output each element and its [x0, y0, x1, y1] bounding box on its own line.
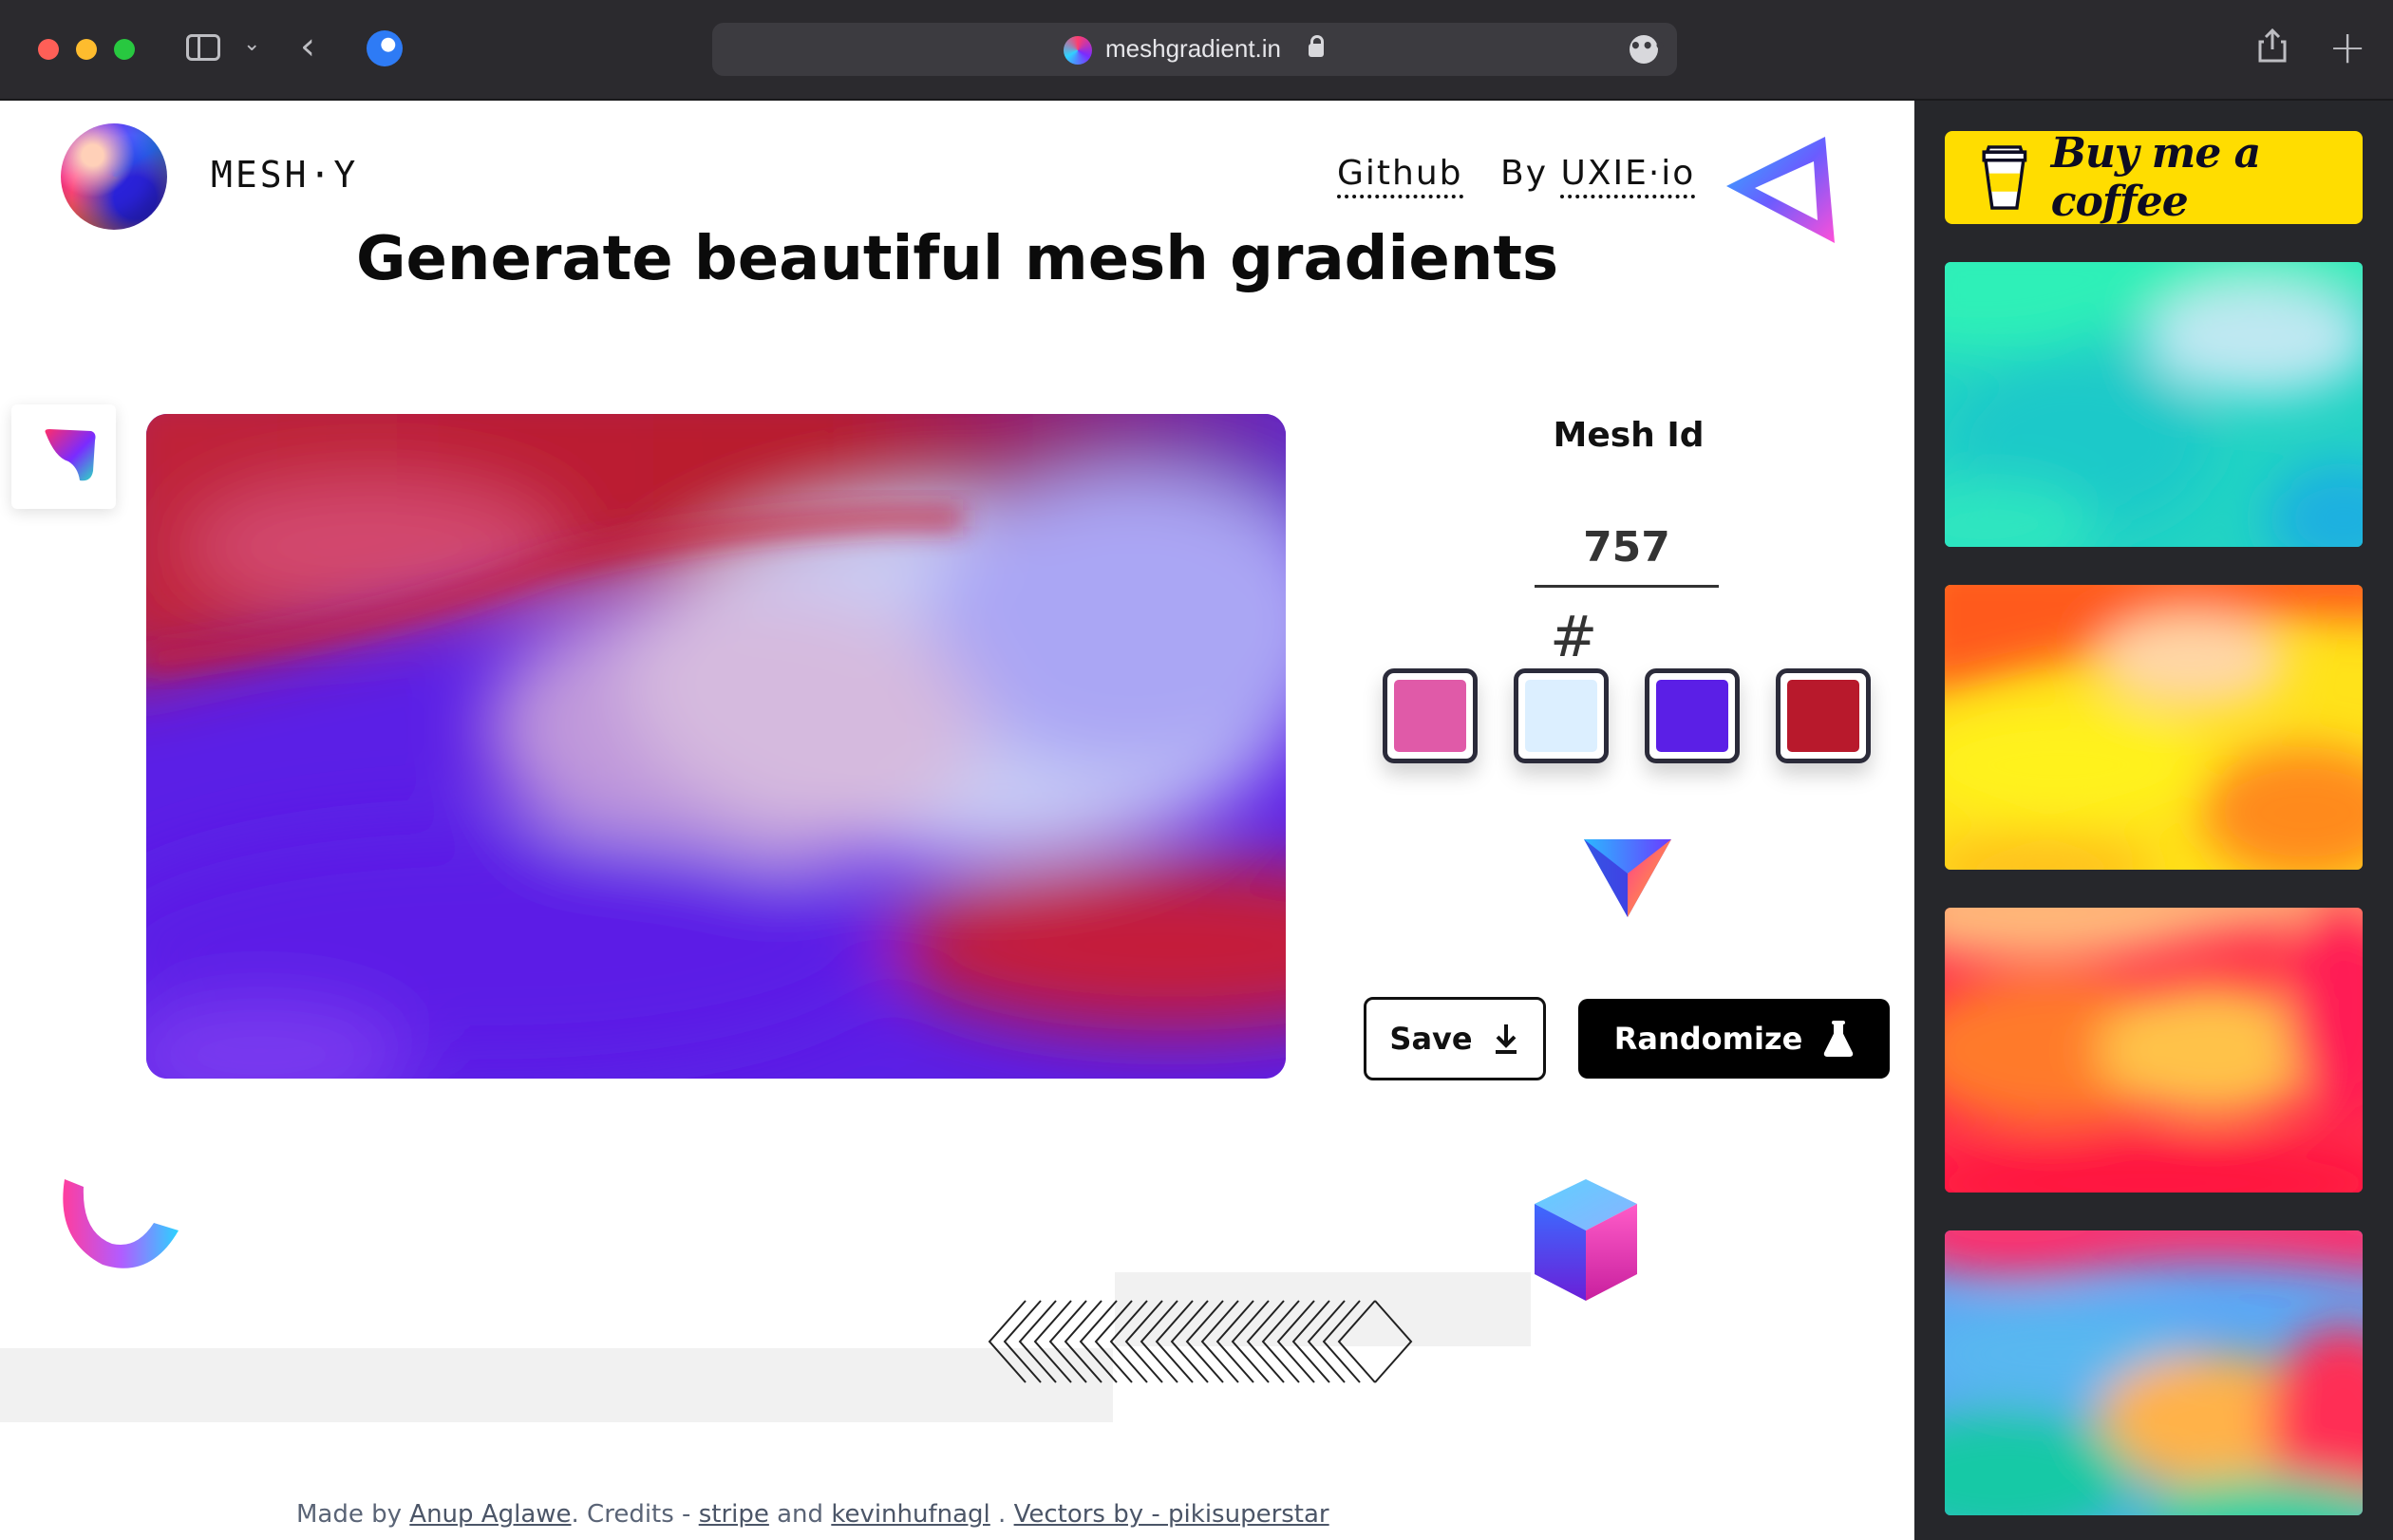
color-swatch-fill — [1394, 680, 1466, 752]
stripe-link[interactable]: stripe — [699, 1500, 769, 1529]
page-headline: Generate beautiful mesh gradients — [355, 224, 1559, 294]
author-link[interactable]: Anup Aglawe — [409, 1500, 571, 1529]
flask-icon — [1824, 1021, 1854, 1057]
chevron-left-icon[interactable]: ‹ — [300, 25, 315, 68]
red-orange-mesh — [1945, 908, 2363, 1193]
buy-me-a-coffee-label: Buy me a coffee — [2050, 129, 2261, 226]
app-badge-icon — [45, 429, 96, 481]
site-favicon-icon — [1064, 36, 1092, 65]
address-url: meshgradient.in — [1105, 34, 1281, 63]
kevinhufnagl-link[interactable]: kevinhufnagl — [831, 1500, 989, 1529]
color-swatch-3[interactable] — [1645, 668, 1740, 763]
lock-icon — [1309, 35, 1324, 57]
arc-decoration-icon — [63, 1179, 179, 1268]
download-icon — [1495, 1024, 1517, 1054]
color-swatch-fill — [1787, 680, 1859, 752]
ellipsis-icon[interactable]: ••• — [1630, 35, 1666, 64]
color-swatch-1[interactable] — [1383, 668, 1478, 763]
mesh-gradient-preview — [146, 414, 1286, 1079]
address-bar[interactable]: meshgradient.in ••• — [712, 23, 1677, 76]
uxie-link[interactable]: UXIE·io — [1560, 154, 1696, 198]
vectors-link[interactable]: Vectors by - pikisuperstar — [1014, 1500, 1329, 1529]
close-window-button[interactable] — [38, 39, 59, 60]
gradient-thumbnail-2[interactable] — [1945, 585, 2363, 870]
prism-decoration-icon — [1584, 839, 1671, 917]
randomize-button[interactable]: Randomize — [1578, 999, 1890, 1079]
color-swatch-fill — [1525, 680, 1597, 752]
randomize-label: Randomize — [1613, 1021, 1803, 1057]
cube-decoration-icon — [1535, 1179, 1637, 1301]
decorative-band — [0, 1348, 1113, 1422]
gradient-thumbnail-4[interactable] — [1945, 1230, 2363, 1515]
new-tab-plus-icon[interactable]: + — [2328, 21, 2366, 74]
browser-toolbar: ⌄ ‹ meshgradient.in ••• + — [0, 0, 2393, 101]
save-label: Save — [1389, 1021, 1473, 1057]
share-icon[interactable] — [2258, 28, 2287, 63]
save-button[interactable]: Save — [1364, 997, 1546, 1080]
sidebar-toggle-icon[interactable] — [186, 34, 220, 61]
chevron-down-icon[interactable]: ⌄ — [243, 32, 260, 56]
logo-orb[interactable] — [61, 123, 167, 230]
mesh-gradient-canvas — [146, 414, 1286, 1079]
color-swatch-fill — [1656, 680, 1728, 752]
nav-github-link[interactable]: Github — [1337, 154, 1463, 198]
side-feedback-tab[interactable] — [11, 404, 116, 509]
buy-me-a-coffee-button[interactable]: Buy me a coffee — [1945, 129, 2363, 226]
extension-icon[interactable] — [367, 30, 403, 66]
coffee-cup-icon — [1982, 145, 2027, 210]
hash-symbol: # — [1550, 604, 1598, 670]
mesh-id-label: Mesh Id — [1553, 416, 1705, 455]
orange-yellow-mesh — [1945, 585, 2363, 870]
chevron-pattern-decoration — [988, 1300, 1413, 1383]
gradient-thumbnail-1[interactable] — [1945, 262, 2363, 547]
color-swatch-2[interactable] — [1514, 668, 1609, 763]
nav-by-uxie: By UXIE·io — [1500, 154, 1696, 198]
zoom-window-button[interactable] — [114, 39, 135, 60]
gradient-thumbnail-3[interactable] — [1945, 908, 2363, 1193]
brand-name[interactable]: MESH·Y — [211, 154, 358, 196]
pink-blue-mesh — [1945, 1230, 2363, 1515]
teal-mesh — [1945, 262, 2363, 547]
mesh-id-input[interactable] — [1535, 509, 1719, 588]
minimize-window-button[interactable] — [76, 39, 97, 60]
color-swatch-4[interactable] — [1776, 668, 1871, 763]
footer-credits: Made by Anup Aglawe. Credits - stripe an… — [296, 1500, 1329, 1529]
gradient-gallery-panel: Buy me a coffee — [1914, 101, 2393, 1540]
